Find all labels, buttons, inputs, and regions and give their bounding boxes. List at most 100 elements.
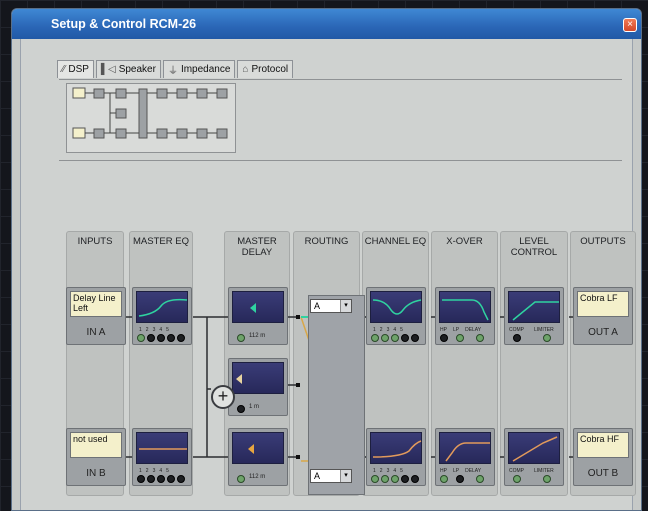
routing-matrix[interactable] [308,295,365,495]
band-led[interactable] [401,334,409,342]
band-number: 4 [393,327,397,333]
level-control-b-labels: COMP LIMITER [509,468,554,474]
output-a-panel[interactable]: Cobra LF OUT A [573,287,633,345]
input-b-name: IN B [86,468,106,479]
band-led[interactable] [137,334,145,342]
master-delay-a-panel[interactable]: 112 m [228,287,288,345]
comp-led[interactable] [513,334,521,342]
close-button[interactable]: × [623,18,637,32]
routing-select-a-value: A [314,301,321,311]
band-led[interactable] [391,334,399,342]
limiter-led[interactable] [543,334,551,342]
xover-b-display [439,432,491,464]
band-led[interactable] [167,475,175,483]
band-led[interactable] [381,475,389,483]
master-delay-sum-led [237,405,245,413]
band-led[interactable] [411,334,419,342]
band-led[interactable] [177,475,185,483]
band-number: 2 [145,327,149,333]
channel-eq-b-panel[interactable]: 12345 [366,428,426,486]
band-number: 2 [145,468,149,474]
band-led[interactable] [167,334,175,342]
master-eq-b-band-leds [137,475,185,483]
tab-dsp[interactable]: ⁄⁄ DSP [57,60,94,78]
tab-protocol[interactable]: ⌂ Protocol [237,60,294,78]
band-number: 5 [400,327,403,333]
xover-a-labels: HP LP DELAY [440,327,481,333]
delay-label: DELAY [465,327,482,333]
master-eq-a-band-leds [137,334,185,342]
inputs-heading: INPUTS [77,236,113,247]
master-delay-b-panel[interactable]: 112 m [228,428,288,486]
xover-a-panel[interactable]: HP LP DELAY [435,287,495,345]
delay-led[interactable] [476,475,484,483]
level-control-heading: LEVEL CONTROL [510,236,558,258]
band-led[interactable] [147,334,155,342]
hp-label: HP [440,327,447,333]
level-control-b-display [508,432,560,464]
band-led[interactable] [401,475,409,483]
master-delay-sum-panel[interactable]: 1 m [228,358,288,416]
hp-led[interactable] [440,334,448,342]
band-number: 4 [393,468,397,474]
input-b-panel[interactable]: not used IN B [66,428,126,486]
band-led[interactable] [391,475,399,483]
output-b-name: OUT B [587,468,619,479]
master-eq-a-panel[interactable]: 12345 [132,287,192,345]
tab-speaker-label: Speaker [118,64,156,75]
chevron-down-icon: ▾ [340,300,351,312]
band-led[interactable] [157,475,165,483]
master-delay-b-display [232,432,284,464]
comp-led[interactable] [513,475,521,483]
window-title-bar[interactable]: Setup & Control RCM-26 [12,9,641,39]
band-led[interactable] [137,475,145,483]
level-control-a-leds [509,334,551,342]
delay-led[interactable] [237,405,245,413]
limiter-led[interactable] [543,475,551,483]
band-led[interactable] [147,475,155,483]
channel-eq-b-band-leds [371,475,419,483]
band-number: 5 [400,468,403,474]
band-led[interactable] [157,334,165,342]
xover-b-panel[interactable]: HP LP DELAY [435,428,495,486]
chevron-down-icon: ▾ [340,470,351,482]
output-b-panel[interactable]: Cobra HF OUT B [573,428,633,486]
xover-b-labels: HP LP DELAY [440,468,481,474]
delay-led[interactable] [237,475,245,483]
limiter-label: LIMITER [534,327,554,333]
master-eq-b-panel[interactable]: 12345 [132,428,192,486]
tab-divider [59,79,622,80]
delay-led[interactable] [237,334,245,342]
band-led[interactable] [371,334,379,342]
signal-flow-overview[interactable] [66,83,236,153]
band-led[interactable] [381,334,389,342]
routing-select-b[interactable]: A ▾ [310,469,352,483]
input-b-label: not used [70,432,122,458]
tab-impedance[interactable]: ⏚ Impedance [162,60,236,78]
band-number: 4 [159,468,163,474]
lp-led[interactable] [456,334,464,342]
setup-control-window: Setup & Control RCM-26 × ⁄⁄ DSP ▌◁ Speak… [11,8,642,511]
master-eq-a-band-numbers: 12345 [139,327,169,333]
lp-led[interactable] [456,475,464,483]
master-delay-b-value: 112 m [249,474,266,480]
xover-heading: X-OVER [446,236,483,247]
band-led[interactable] [411,475,419,483]
channel-eq-a-panel[interactable]: 12345 [366,287,426,345]
band-number: 3 [152,327,156,333]
band-led[interactable] [371,475,379,483]
channel-eq-heading: CHANNEL EQ [364,236,427,247]
level-control-b-panel[interactable]: COMP LIMITER [504,428,564,486]
xover-b-leds [440,475,484,483]
hp-led[interactable] [440,475,448,483]
input-a-panel[interactable]: Delay Line Left IN A [66,287,126,345]
delay-led[interactable] [476,334,484,342]
xover-a-leds [440,334,484,342]
tab-impedance-label: Impedance [180,64,231,75]
impedance-icon: ⏚ [167,66,178,77]
band-led[interactable] [177,334,185,342]
tab-speaker[interactable]: ▌◁ Speaker [95,60,161,78]
routing-select-a[interactable]: A ▾ [310,299,352,313]
output-a-label: Cobra LF [577,291,629,317]
level-control-a-panel[interactable]: COMP LIMITER [504,287,564,345]
